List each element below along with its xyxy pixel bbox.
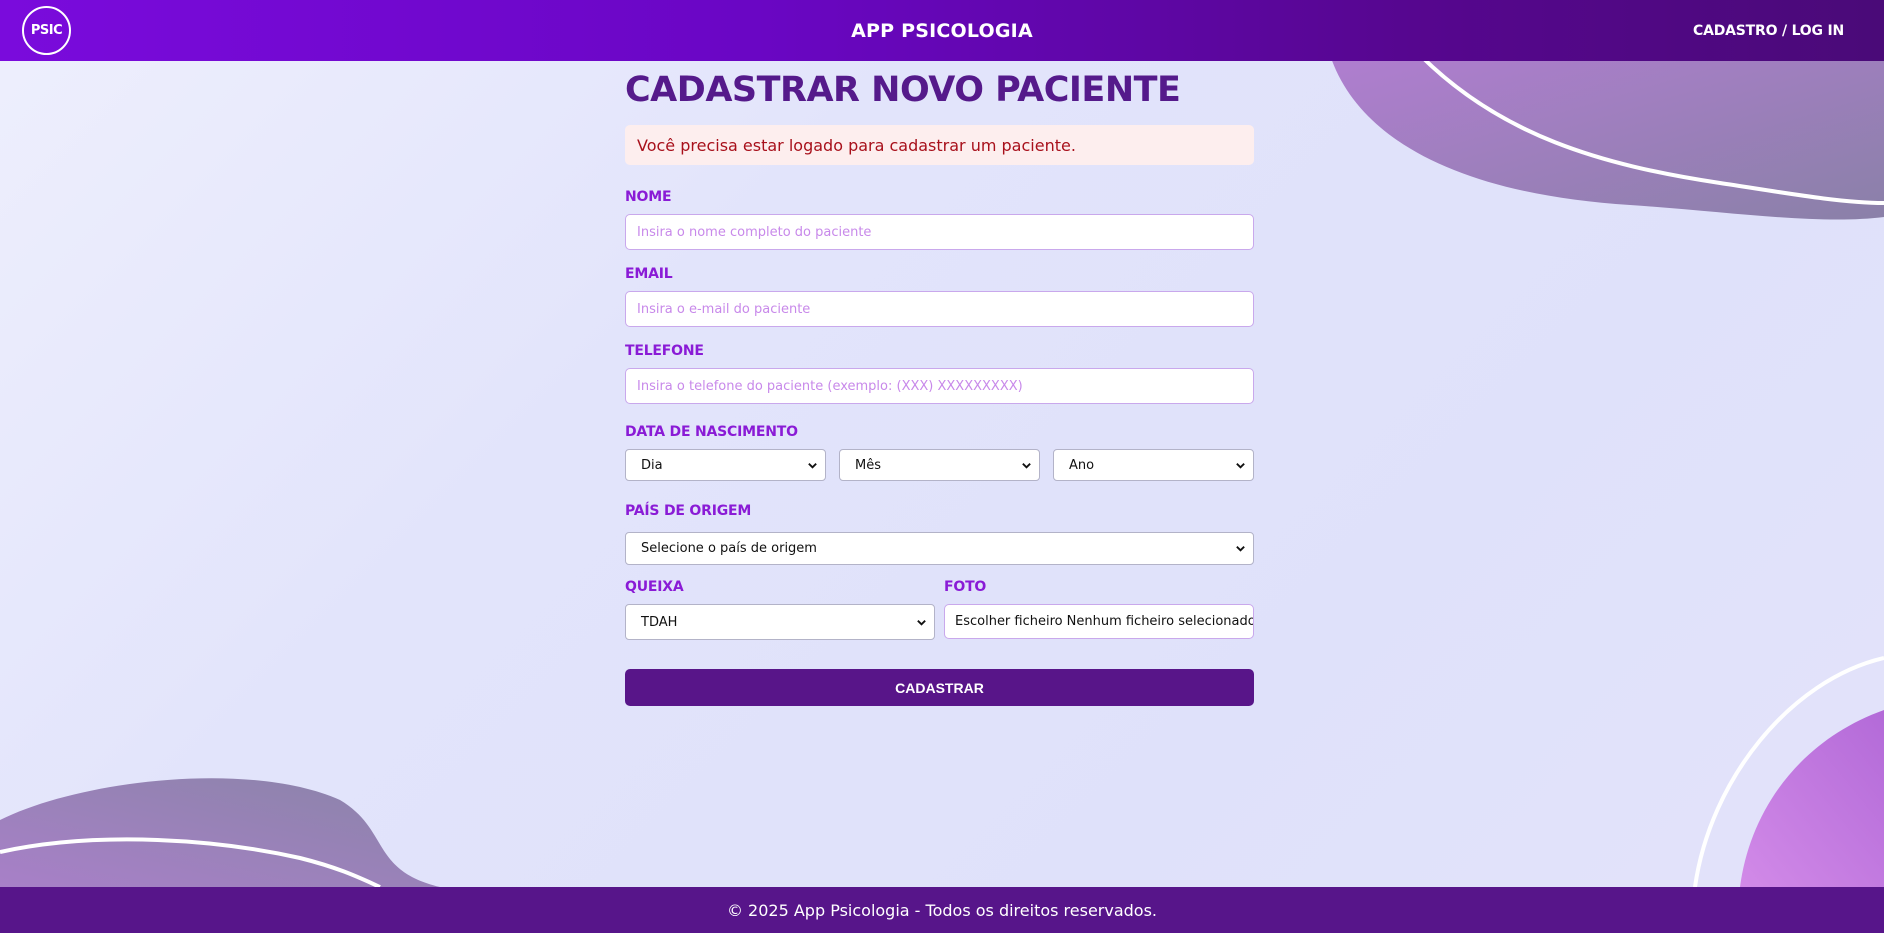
logo[interactable]: PSIC <box>22 6 71 55</box>
footer: © 2025 App Psicologia - Todos os direito… <box>0 887 1884 933</box>
top-navbar: PSIC APP PSICOLOGIA CADASTRO / LOG IN <box>0 0 1884 61</box>
mes-select[interactable]: Mês <box>839 449 1040 481</box>
bottom-right-decorative-wave <box>1693 656 1884 887</box>
pais-origem-label: PAÍS DE ORIGEM <box>625 503 752 519</box>
chevron-down-icon <box>1022 462 1031 469</box>
queixa-label: QUEIXA <box>625 579 684 595</box>
ano-select-value: Ano <box>1069 457 1095 473</box>
email-label: EMAIL <box>625 266 673 282</box>
app-title: APP PSICOLOGIA <box>851 19 1033 42</box>
telefone-label: TELEFONE <box>625 343 704 359</box>
cadastro-login-link[interactable]: CADASTRO / LOG IN <box>1693 23 1844 39</box>
queixa-select-value: TDAH <box>641 614 678 630</box>
cadastrar-button[interactable]: CADASTRAR <box>625 669 1254 706</box>
data-nascimento-label: DATA DE NASCIMENTO <box>625 424 798 440</box>
telefone-input[interactable] <box>625 368 1254 404</box>
dia-select[interactable]: Dia <box>625 449 826 481</box>
queixa-foto-row: QUEIXA TDAH FOTO Escolher ficheiro Nenhu… <box>625 579 1254 640</box>
pais-origem-select[interactable]: Selecione o país de origem <box>625 532 1254 565</box>
login-required-alert: Você precisa estar logado para cadastrar… <box>625 125 1254 165</box>
dia-select-value: Dia <box>641 457 663 473</box>
chevron-down-icon <box>808 462 817 469</box>
foto-file-input[interactable]: Escolher ficheiro Nenhum ficheiro seleci… <box>944 604 1254 639</box>
patient-form-container: CADASTRAR NOVO PACIENTE Você precisa est… <box>625 61 1254 706</box>
ano-select[interactable]: Ano <box>1053 449 1254 481</box>
chevron-down-icon <box>1236 546 1245 552</box>
mes-select-value: Mês <box>855 457 881 473</box>
nome-input[interactable] <box>625 214 1254 250</box>
chevron-down-icon <box>917 619 926 626</box>
pais-origem-select-value: Selecione o país de origem <box>641 541 817 556</box>
chevron-down-icon <box>1236 462 1245 469</box>
bottom-left-decorative-wave <box>0 778 440 887</box>
foto-label: FOTO <box>944 579 987 595</box>
top-right-decorative-wave <box>1330 55 1884 220</box>
footer-copyright: © 2025 App Psicologia - Todos os direito… <box>726 900 1158 920</box>
queixa-group: QUEIXA TDAH <box>625 579 935 640</box>
choose-file-button[interactable]: Escolher ficheiro <box>955 614 1063 629</box>
foto-group: FOTO Escolher ficheiro Nenhum ficheiro s… <box>944 579 1254 640</box>
nome-label: NOME <box>625 189 672 205</box>
birthdate-selects: Dia Mês Ano <box>625 449 1254 481</box>
queixa-select[interactable]: TDAH <box>625 604 935 640</box>
page-title: CADASTRAR NOVO PACIENTE <box>625 70 1181 110</box>
file-status: Nenhum ficheiro selecionado <box>1066 614 1254 629</box>
email-input[interactable] <box>625 291 1254 327</box>
